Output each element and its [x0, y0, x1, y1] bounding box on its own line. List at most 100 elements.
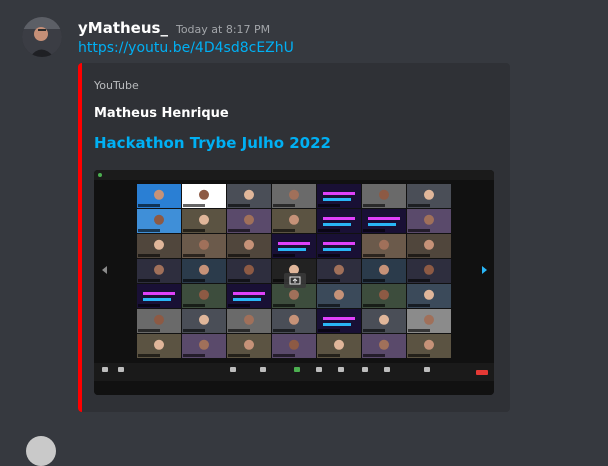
participant-face [289, 214, 299, 225]
youtube-embed: YouTube Matheus Henrique Hackathon Trybe… [78, 63, 510, 412]
hackathon-banner [323, 242, 355, 245]
participant-face [244, 214, 254, 225]
participant-face [424, 264, 434, 275]
participant-face [334, 264, 344, 275]
hackathon-banner [323, 317, 355, 320]
play-icon[interactable] [284, 273, 306, 288]
toolbar-icon[interactable] [230, 367, 236, 372]
user-avatar[interactable] [22, 17, 62, 57]
participant-face [244, 339, 254, 350]
participant-name-label [183, 279, 205, 282]
participant-name-label [408, 304, 430, 307]
participant-name-label [183, 304, 205, 307]
participant-name-label [138, 204, 160, 207]
participant-face [379, 239, 389, 250]
participant-name-label [408, 279, 430, 282]
participant-face [289, 189, 299, 200]
hackathon-banner [323, 198, 351, 201]
participant-name-label [408, 354, 430, 357]
participant-face [154, 314, 164, 325]
participant-name-label [318, 254, 340, 257]
participant-face [199, 314, 209, 325]
participant-face [424, 339, 434, 350]
hackathon-banner [368, 223, 396, 226]
participant-name-label [138, 354, 160, 357]
participant-name-label [138, 279, 160, 282]
participant-face [334, 339, 344, 350]
video-grid-art [94, 170, 494, 395]
username[interactable]: yMatheus_ [78, 19, 168, 37]
participant-name-label [273, 304, 295, 307]
toolbar-icon[interactable] [362, 367, 368, 372]
toolbar-icon[interactable] [118, 367, 124, 372]
participant-name-label [138, 329, 160, 332]
toolbar-icon[interactable] [260, 367, 266, 372]
participant-name-label [228, 229, 250, 232]
participant-name-label [408, 254, 430, 257]
participant-face [424, 189, 434, 200]
participant-face [379, 189, 389, 200]
participant-name-label [273, 204, 295, 207]
participant-face [379, 264, 389, 275]
participant-face [199, 214, 209, 225]
participant-name-label [228, 354, 250, 357]
youtube-link[interactable]: https://youtu.be/4D4sd8cEZhU [78, 40, 294, 56]
participant-name-label [318, 304, 340, 307]
participant-face [289, 314, 299, 325]
hackathon-banner [278, 242, 310, 245]
participant-face [154, 214, 164, 225]
next-message-avatar[interactable] [26, 436, 56, 466]
participant-name-label [318, 354, 340, 357]
toolbar-icon[interactable] [424, 367, 430, 372]
participant-face [199, 189, 209, 200]
participant-name-label [183, 229, 205, 232]
participant-name-label [183, 329, 205, 332]
toolbar-icon[interactable] [384, 367, 390, 372]
participant-name-label [363, 354, 385, 357]
participant-name-label [363, 279, 385, 282]
video-thumbnail[interactable] [94, 170, 494, 395]
toolbar-icon[interactable] [102, 367, 108, 372]
embed-provider[interactable]: YouTube [94, 79, 139, 92]
participant-face [379, 289, 389, 300]
hackathon-banner [323, 192, 355, 195]
participant-face [424, 239, 434, 250]
hackathon-banner [143, 298, 171, 301]
toolbar-icon[interactable] [316, 367, 322, 372]
participant-name-label [273, 329, 295, 332]
participant-name-label [408, 329, 430, 332]
participant-face [424, 314, 434, 325]
participant-name-label [363, 254, 385, 257]
toolbar-icon[interactable] [294, 367, 300, 372]
participant-name-label [273, 354, 295, 357]
toolbar-icon[interactable] [338, 367, 344, 372]
participant-name-label [183, 354, 205, 357]
participant-name-label [408, 204, 430, 207]
participant-name-label [363, 204, 385, 207]
embed-title[interactable]: Hackathon Trybe Julho 2022 [94, 134, 331, 152]
participant-face [379, 314, 389, 325]
participant-face [199, 289, 209, 300]
participant-name-label [228, 329, 250, 332]
participant-face [199, 239, 209, 250]
participant-name-label [318, 329, 340, 332]
hackathon-banner [323, 217, 355, 220]
participant-name-label [228, 279, 250, 282]
end-button[interactable] [476, 370, 488, 375]
participant-name-label [318, 279, 340, 282]
participant-face [154, 189, 164, 200]
participant-face [244, 264, 254, 275]
participant-face [154, 339, 164, 350]
hackathon-banner [368, 217, 400, 220]
participant-face [154, 264, 164, 275]
participant-face [244, 314, 254, 325]
participant-name-label [273, 254, 295, 257]
participant-name-label [318, 229, 340, 232]
hackathon-banner [323, 248, 351, 251]
participant-face [334, 289, 344, 300]
participant-face [424, 214, 434, 225]
participant-face [289, 339, 299, 350]
participant-name-label [183, 254, 205, 257]
embed-author[interactable]: Matheus Henrique [94, 106, 229, 121]
hackathon-banner [233, 292, 265, 295]
